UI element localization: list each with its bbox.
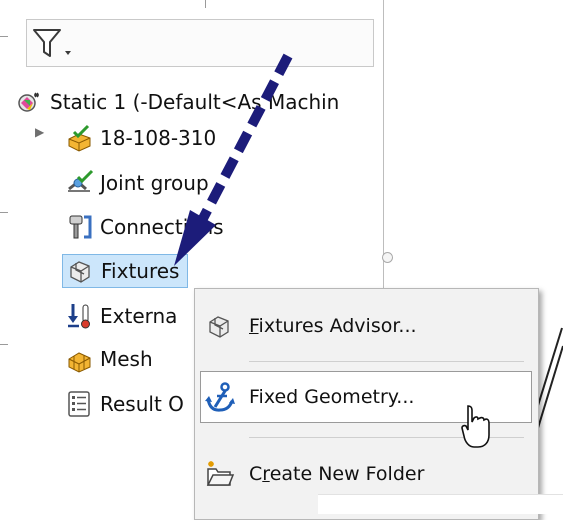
menu-item-label-rest: eate New Folder [269, 463, 425, 485]
tree-item-connections[interactable]: Connections [66, 211, 224, 243]
panel-splitter-handle[interactable] [382, 252, 393, 263]
tree-item-label: Joint group [100, 171, 209, 195]
fixtures-advisor-icon [201, 307, 239, 345]
joint-group-icon [66, 169, 94, 197]
panel-tick-mark [0, 36, 8, 37]
menu-item-label: Create New Folder [249, 463, 424, 485]
menu-item-fixtures-advisor[interactable]: Fixtures Advisor... [201, 301, 521, 351]
fixtures-icon [67, 257, 95, 285]
menu-item-label: Fixtures Advisor... [249, 315, 417, 337]
tree-item-part[interactable]: 18-108-310 [66, 122, 216, 154]
tree-item-label: Externa [100, 304, 178, 328]
study-label: Static 1 (-Default<As Machin [50, 90, 340, 114]
panel-tick-mark [0, 212, 8, 213]
menu-separator [249, 361, 524, 362]
tree-item-joint-group[interactable]: Joint group [66, 167, 209, 199]
connections-icon [66, 213, 94, 241]
study-icon [16, 88, 44, 116]
tree-item-mesh[interactable]: Mesh [66, 343, 153, 375]
panel-tick-mark [205, 0, 206, 8]
tree-item-label: Fixtures [101, 259, 180, 283]
tree-item-fixtures[interactable]: Fixtures [62, 254, 189, 288]
filter-icon[interactable] [31, 27, 75, 65]
external-loads-icon [66, 302, 94, 330]
anchor-icon [201, 378, 239, 416]
tree-item-study[interactable]: Static 1 (-Default<As Machin [16, 86, 339, 118]
graphics-area-edge [318, 494, 563, 514]
menu-item-label: Fixed Geometry... [249, 386, 415, 408]
tree-filter-bar[interactable] [26, 19, 374, 67]
result-options-icon [66, 390, 94, 418]
panel-tick-mark [0, 344, 8, 345]
tree-item-external-loads[interactable]: Externa [66, 300, 177, 332]
part-check-icon [66, 124, 94, 152]
menu-item-label-rest: ixtures Advisor... [258, 315, 417, 337]
tree-item-label: 18-108-310 [100, 126, 217, 150]
mouse-cursor-icon [461, 405, 490, 448]
menu-item-create-new-folder[interactable]: Create New Folder [201, 449, 521, 499]
tree-item-label: Mesh [100, 347, 153, 371]
tree-item-result-options[interactable]: Result O [66, 388, 184, 420]
mesh-icon [66, 345, 94, 373]
tree-item-label: Result O [100, 392, 184, 416]
expand-arrow-icon[interactable]: ▶ [35, 125, 44, 139]
menu-item-label-prefix: C [249, 463, 263, 485]
menu-accelerator: r [262, 463, 270, 485]
new-folder-icon [201, 455, 239, 493]
menu-accelerator: F [249, 315, 259, 337]
tree-item-label: Connections [100, 215, 224, 239]
